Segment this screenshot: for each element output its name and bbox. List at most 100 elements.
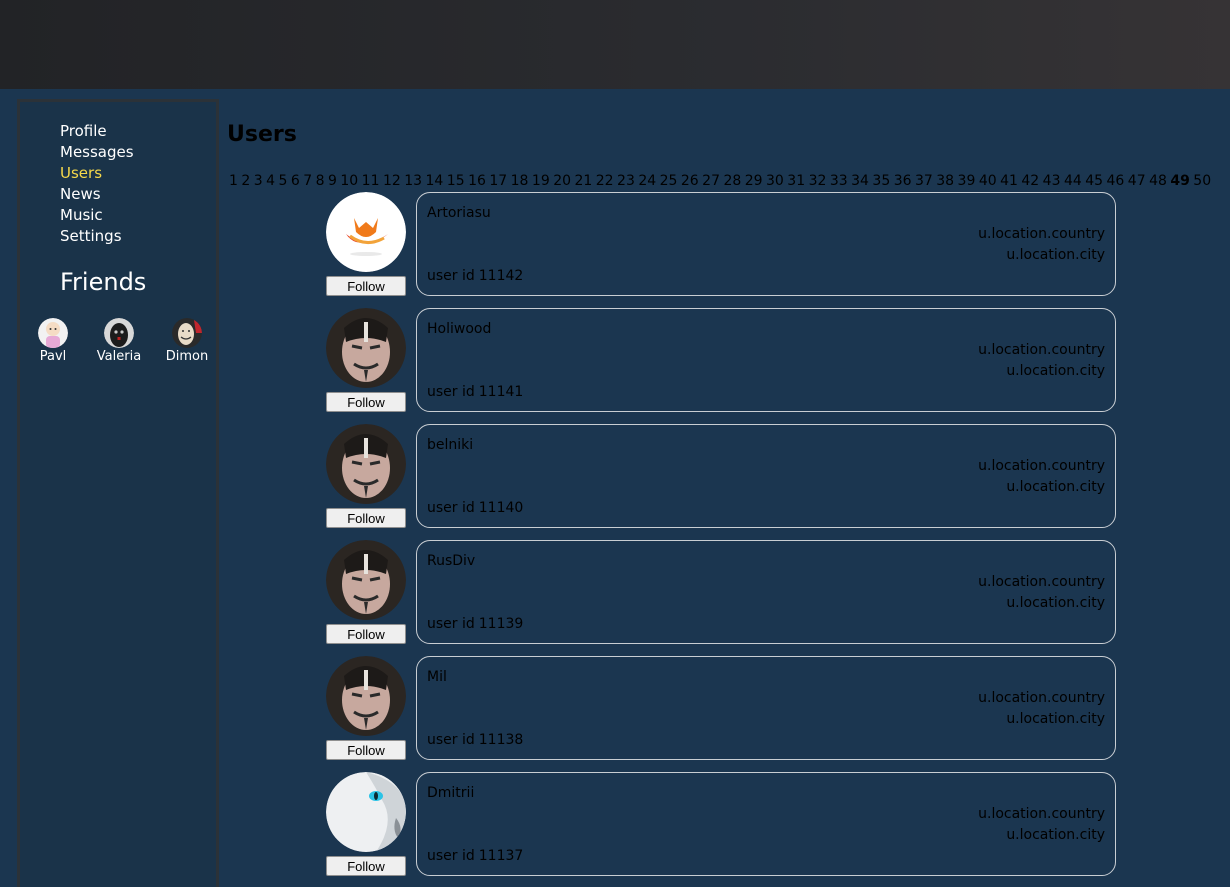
page-link[interactable]: 14 bbox=[426, 173, 444, 189]
user-id-value: 11138 bbox=[478, 732, 524, 748]
page-link[interactable]: 2 bbox=[241, 173, 250, 189]
user-name: Mil bbox=[427, 669, 447, 685]
page-link[interactable]: 49 bbox=[1170, 173, 1189, 189]
fox-avatar-icon bbox=[326, 192, 406, 272]
follow-button[interactable]: Follow bbox=[326, 856, 406, 876]
page-link[interactable]: 9 bbox=[328, 173, 337, 189]
page-link[interactable]: 11 bbox=[362, 173, 380, 189]
page-link[interactable]: 46 bbox=[1107, 173, 1125, 189]
friend-avatar[interactable] bbox=[38, 318, 68, 348]
user-id-label: user id bbox=[427, 268, 475, 284]
page-link[interactable]: 16 bbox=[468, 173, 486, 189]
user-card: Mil u.location.country u.location.city u… bbox=[416, 656, 1116, 760]
page-link[interactable]: 7 bbox=[303, 173, 312, 189]
page-link[interactable]: 26 bbox=[681, 173, 699, 189]
follow-button[interactable]: Follow bbox=[326, 392, 406, 412]
user-name: Dmitrii bbox=[427, 785, 475, 801]
user-country: u.location.country bbox=[978, 458, 1105, 474]
page-link[interactable]: 45 bbox=[1085, 173, 1103, 189]
page-link[interactable]: 30 bbox=[766, 173, 784, 189]
page-link[interactable]: 12 bbox=[383, 173, 401, 189]
page-link[interactable]: 17 bbox=[489, 173, 507, 189]
mask-avatar-icon bbox=[326, 424, 406, 504]
page-link[interactable]: 38 bbox=[936, 173, 954, 189]
user-city: u.location.city bbox=[1006, 363, 1105, 379]
friend-avatar[interactable] bbox=[172, 318, 202, 348]
page-link[interactable]: 37 bbox=[915, 173, 933, 189]
user-country: u.location.country bbox=[978, 690, 1105, 706]
page-link[interactable]: 6 bbox=[291, 173, 300, 189]
follow-button[interactable]: Follow bbox=[326, 624, 406, 644]
page-link[interactable]: 48 bbox=[1149, 173, 1167, 189]
user-row: Follow RusDiv u.location.country u.locat… bbox=[326, 540, 1118, 646]
page-link[interactable]: 43 bbox=[1043, 173, 1061, 189]
user-row: Follow Mil u.location.country u.location… bbox=[326, 656, 1118, 762]
nav-item-settings[interactable]: Settings bbox=[60, 226, 134, 247]
nav-item-profile[interactable]: Profile bbox=[60, 121, 134, 142]
user-id-label: user id bbox=[427, 616, 475, 632]
page-link[interactable]: 13 bbox=[404, 173, 422, 189]
page-link[interactable]: 42 bbox=[1021, 173, 1039, 189]
page-link[interactable]: 21 bbox=[574, 173, 592, 189]
page-link[interactable]: 47 bbox=[1128, 173, 1146, 189]
nav-item-messages[interactable]: Messages bbox=[60, 142, 134, 163]
friend-item-valeria[interactable]: Valeria bbox=[86, 318, 152, 365]
friend-item-pavl[interactable]: Pavl bbox=[20, 318, 86, 365]
page-link[interactable]: 44 bbox=[1064, 173, 1082, 189]
user-name: Artoriasu bbox=[427, 205, 491, 221]
page-link[interactable]: 31 bbox=[787, 173, 805, 189]
user-avatar bbox=[326, 772, 406, 852]
user-avatar bbox=[326, 308, 406, 388]
page-link[interactable]: 1 bbox=[229, 173, 238, 189]
page-link[interactable]: 8 bbox=[316, 173, 325, 189]
page-link[interactable]: 28 bbox=[723, 173, 741, 189]
page-link[interactable]: 36 bbox=[894, 173, 912, 189]
page-link[interactable]: 35 bbox=[872, 173, 890, 189]
user-name: Holiwood bbox=[427, 321, 492, 337]
friend-name[interactable]: Valeria bbox=[86, 349, 152, 365]
page-link[interactable]: 15 bbox=[447, 173, 465, 189]
page-link[interactable]: 10 bbox=[340, 173, 358, 189]
page-link[interactable]: 22 bbox=[596, 173, 614, 189]
page-link[interactable]: 4 bbox=[266, 173, 275, 189]
page-link[interactable]: 3 bbox=[254, 173, 263, 189]
page-link[interactable]: 34 bbox=[851, 173, 869, 189]
user-card: Dmitrii u.location.country u.location.ci… bbox=[416, 772, 1116, 876]
user-id-label: user id bbox=[427, 500, 475, 516]
page-link[interactable]: 25 bbox=[660, 173, 678, 189]
nav-item-users[interactable]: Users bbox=[60, 163, 134, 184]
user-id-value: 11142 bbox=[478, 268, 524, 284]
page-link[interactable]: 18 bbox=[511, 173, 529, 189]
follow-button[interactable]: Follow bbox=[326, 276, 406, 296]
page-link[interactable]: 40 bbox=[979, 173, 997, 189]
user-country: u.location.country bbox=[978, 342, 1105, 358]
nav-item-music[interactable]: Music bbox=[60, 205, 134, 226]
nav-item-news[interactable]: News bbox=[60, 184, 134, 205]
page-link[interactable]: 20 bbox=[553, 173, 571, 189]
follow-button[interactable]: Follow bbox=[326, 740, 406, 760]
page-link[interactable]: 24 bbox=[638, 173, 656, 189]
friend-avatar[interactable] bbox=[104, 318, 134, 348]
page-link[interactable]: 33 bbox=[830, 173, 848, 189]
dark-figure-avatar-icon bbox=[104, 318, 134, 348]
page-link[interactable]: 32 bbox=[809, 173, 827, 189]
page-link[interactable]: 19 bbox=[532, 173, 550, 189]
page-link[interactable]: 29 bbox=[745, 173, 763, 189]
user-id-value: 11140 bbox=[478, 500, 524, 516]
user-avatar bbox=[326, 424, 406, 504]
page-link[interactable]: 23 bbox=[617, 173, 635, 189]
mask-avatar-icon bbox=[326, 308, 406, 388]
friend-name[interactable]: Pavl bbox=[20, 349, 86, 365]
page-link[interactable]: 5 bbox=[279, 173, 288, 189]
user-id-value: 11139 bbox=[478, 616, 524, 632]
user-avatar bbox=[326, 192, 406, 272]
masked-face-avatar-icon bbox=[172, 318, 202, 348]
page-link[interactable]: 39 bbox=[958, 173, 976, 189]
user-card: Holiwood u.location.country u.location.c… bbox=[416, 308, 1116, 412]
friend-item-dimon[interactable]: Dimon bbox=[154, 318, 220, 365]
friend-name[interactable]: Dimon bbox=[154, 349, 220, 365]
page-link[interactable]: 41 bbox=[1000, 173, 1018, 189]
page-link[interactable]: 27 bbox=[702, 173, 720, 189]
page-link[interactable]: 50 bbox=[1193, 173, 1211, 189]
follow-button[interactable]: Follow bbox=[326, 508, 406, 528]
